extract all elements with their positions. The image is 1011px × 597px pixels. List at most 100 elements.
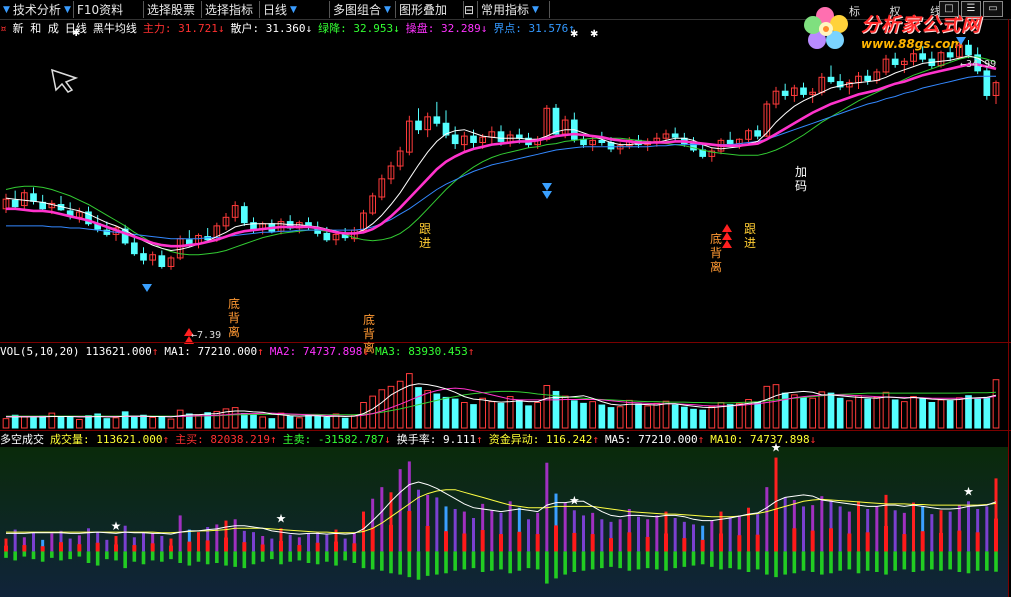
plus-marker-icon: ✱	[590, 29, 598, 40]
flow-main-buy-bar	[59, 542, 63, 552]
flow-sell-bar	[609, 551, 613, 567]
flow-main-buy-bar	[187, 541, 192, 552]
flow-sell-bar	[948, 551, 952, 570]
flow-sell-bar	[581, 551, 586, 571]
candle-body	[864, 75, 872, 82]
volume-bar	[919, 397, 927, 429]
volume-bar	[66, 416, 74, 429]
flow-main-buy-bar	[645, 536, 650, 552]
signal-label: 底背离	[709, 232, 722, 274]
volume-bar	[790, 394, 798, 429]
volume-bar	[809, 397, 817, 429]
ma-pink-line	[6, 63, 997, 248]
plus-marker-icon: ✱	[570, 29, 578, 40]
volume-bar	[286, 416, 294, 429]
flow-main-buy-bar	[114, 544, 118, 552]
flow-buy-bar	[783, 497, 787, 552]
flow-buy-bar	[912, 502, 915, 552]
flow-sell-bar	[68, 551, 72, 560]
volume-bar	[167, 418, 175, 429]
candle-body	[240, 206, 248, 224]
sell-signal-arrow-icon	[542, 191, 552, 199]
star-icon: ★	[771, 441, 782, 455]
candle-body	[965, 44, 972, 56]
flow-buy-bar	[600, 519, 604, 552]
volume-bar	[323, 416, 331, 429]
flow-sell-bar	[389, 551, 393, 574]
flow-buy-bar	[288, 534, 292, 552]
volume-bar	[946, 400, 954, 429]
flow-main-buy-bar	[77, 544, 82, 552]
stock-chart[interactable]: ★ ★ ★ ★ ★ ✱ ✱ ✱	[0, 0, 1011, 597]
flow-sell-bar	[22, 551, 27, 557]
volume-bar	[2, 418, 10, 429]
flow-sell-bar	[572, 551, 577, 572]
flow-buy-bar	[417, 489, 420, 552]
menu-icon[interactable]: ☰	[961, 1, 981, 17]
flow-sell-bar	[343, 551, 347, 561]
flow-sell-bar	[792, 551, 797, 574]
flow-buy-bar	[673, 518, 677, 552]
flow-buy-bar	[838, 506, 842, 552]
flow-buy-bar	[472, 518, 475, 552]
candle-body	[451, 134, 459, 145]
plus-marker-icon: ✱	[72, 28, 80, 39]
star-icon: ★	[111, 519, 122, 533]
flow-main-buy-bar	[370, 527, 375, 552]
volume-bar	[479, 397, 487, 429]
candle-body	[185, 239, 193, 245]
volume-bar	[726, 404, 734, 429]
flow-sell-bar	[700, 551, 705, 565]
flow-main-buy-bar	[224, 537, 228, 552]
flow-main-buy-bar	[352, 543, 357, 552]
flow-buy-bar	[930, 514, 934, 552]
flow-buy-bar	[820, 496, 824, 552]
flow-main-buy-bar	[847, 533, 852, 552]
flow-main-buy-bar	[554, 525, 558, 552]
flow-buy-bar	[68, 538, 72, 552]
volume-bar	[451, 398, 459, 429]
flow-panel-background	[0, 447, 1008, 597]
flow-sell-bar	[994, 551, 998, 572]
volume-bar	[589, 401, 597, 429]
volume-bar	[680, 406, 688, 429]
panel-divider	[0, 430, 1011, 431]
buy-signal-arrow-icon	[722, 232, 732, 240]
volume-bar	[570, 400, 578, 429]
flow-sell-bar	[517, 551, 522, 571]
flow-main-buy-bar	[939, 532, 943, 552]
flow-main-buy-bar	[389, 524, 393, 552]
flow-buy-bar	[32, 532, 35, 552]
flow-sell-bar	[664, 551, 668, 571]
flow-buy-bar	[893, 510, 897, 552]
volume-bar	[983, 396, 991, 429]
flow-sell-bar	[783, 551, 787, 575]
flow-sell-bar	[471, 551, 476, 569]
volume-bar	[204, 412, 212, 429]
flow-main-buy-bar	[627, 532, 632, 552]
flow-sell-bar	[728, 551, 732, 569]
star-icon: ★	[276, 511, 287, 525]
flow-main-buy-bar	[425, 525, 430, 552]
flow-main-buy-bar	[884, 525, 888, 552]
flow-sell-bar	[975, 551, 980, 571]
flow-sell-bar	[215, 551, 219, 563]
candle-body	[30, 193, 37, 202]
flow-buy-bar	[618, 519, 622, 552]
volume-bar	[140, 414, 147, 429]
flow-sell-bar	[50, 551, 54, 558]
volume-bar	[158, 416, 166, 429]
flow-sell-bar	[535, 551, 540, 570]
volume-bar	[295, 417, 303, 429]
flow-sell-bar	[893, 551, 897, 571]
volume-bar	[350, 415, 358, 429]
candle-body	[891, 58, 899, 65]
volume-bar	[497, 402, 505, 429]
volume-bar	[130, 416, 138, 429]
flow-sell-bar	[710, 551, 714, 567]
maximize-icon[interactable]: ▭	[983, 1, 1003, 17]
flow-sell-bar	[737, 551, 742, 570]
flow-buy-bar	[325, 534, 329, 552]
flow-main-buy-bar	[719, 533, 723, 552]
restore-icon[interactable]: □	[939, 1, 959, 17]
